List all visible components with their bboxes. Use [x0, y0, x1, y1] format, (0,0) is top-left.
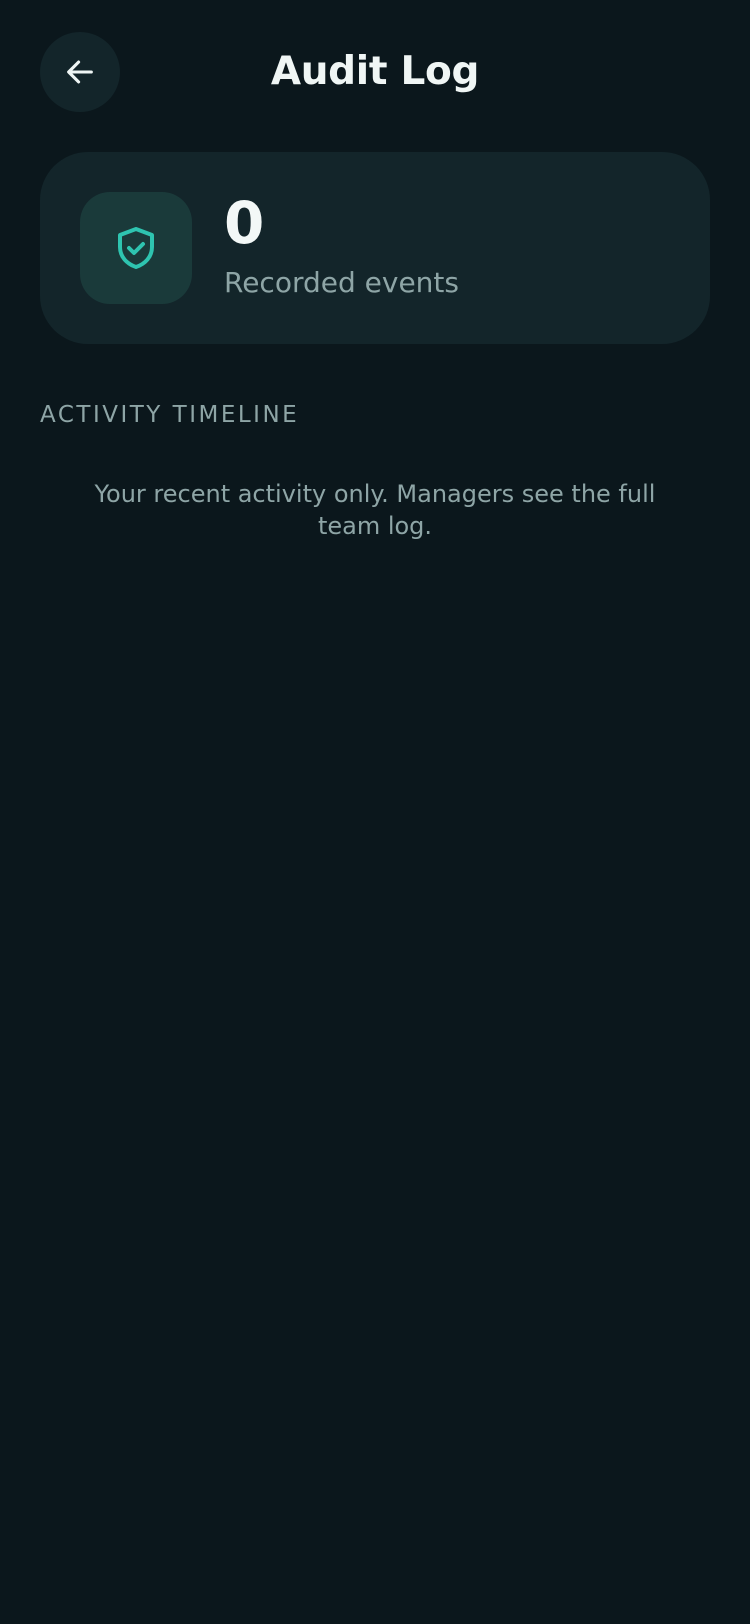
stats-icon-container — [80, 192, 192, 304]
activity-timeline-heading: ACTIVITY TIMELINE — [40, 402, 300, 428]
shield-check-icon — [118, 227, 154, 269]
page-title: Audit Log — [270, 49, 480, 94]
timeline-empty-message: Your recent activity only. Managers see … — [94, 480, 656, 540]
app-header: Audit Log — [0, 0, 750, 145]
recorded-events-label: Recorded events — [224, 266, 459, 299]
recorded-events-card: 0 Recorded events — [40, 152, 710, 344]
recorded-events-count: 0 — [224, 189, 265, 257]
